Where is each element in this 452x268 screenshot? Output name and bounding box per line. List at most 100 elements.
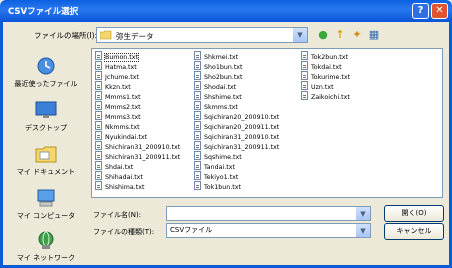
- view-menu-icon[interactable]: ▦: [367, 28, 381, 42]
- text-file-icon: [194, 111, 201, 120]
- file-item[interactable]: Mmms3.txt: [95, 111, 141, 121]
- file-item[interactable]: Sqichiran20_200910.txt: [194, 111, 279, 121]
- title-bar: CSVファイル選択 ? ✕: [0, 0, 452, 22]
- file-item[interactable]: Tok2bun.txt: [301, 51, 348, 61]
- chevron-down-icon[interactable]: ▼: [355, 207, 370, 220]
- place-label: マイ コンピュータ: [16, 212, 76, 220]
- close-button[interactable]: ✕: [431, 3, 448, 19]
- text-file-icon: [194, 131, 201, 140]
- file-item[interactable]: Jchume.txt: [95, 71, 139, 81]
- file-item[interactable]: Nyukindai.txt: [95, 131, 147, 141]
- file-name-label: ファイル名(N):: [93, 211, 142, 219]
- file-item[interactable]: Tokurime.txt: [301, 71, 350, 81]
- file-item[interactable]: Sqshime.txt: [194, 151, 242, 161]
- file-item[interactable]: Sqichiran31_200911.txt: [194, 141, 279, 151]
- place-label: デスクトップ: [25, 124, 67, 132]
- text-file-icon: [194, 151, 201, 160]
- folder-icon: [100, 30, 112, 40]
- file-item[interactable]: Mmms1.txt: [95, 91, 141, 101]
- file-type-label: ファイルの種類(T):: [93, 228, 155, 236]
- text-file-icon: [95, 131, 102, 140]
- file-item[interactable]: Zaikoichi.txt: [301, 91, 350, 101]
- file-item[interactable]: Sho2bun.txt: [194, 71, 243, 81]
- text-file-icon: [95, 101, 102, 110]
- cancel-button[interactable]: キャンセル: [384, 223, 444, 240]
- file-item[interactable]: Shichiran31_200911.txt: [95, 151, 180, 161]
- file-item[interactable]: Tekiyo1.txt: [194, 171, 238, 181]
- place-desktop[interactable]: デスクトップ: [6, 100, 86, 133]
- file-item[interactable]: Shshime.txt: [194, 91, 242, 101]
- text-file-icon: [95, 141, 102, 150]
- new-folder-icon[interactable]: ✦: [350, 28, 364, 42]
- desktop-icon: [35, 101, 57, 118]
- file-item[interactable]: Shodai.txt: [194, 81, 236, 91]
- text-file-icon: [95, 171, 102, 180]
- text-file-icon: [95, 51, 102, 60]
- place-recent[interactable]: 最近使ったファイル: [6, 56, 86, 89]
- file-item[interactable]: Hatma.txt: [95, 61, 137, 71]
- file-item[interactable]: Kkzn.txt: [95, 81, 131, 91]
- text-file-icon: [194, 81, 201, 90]
- file-item[interactable]: Tokdai.txt: [301, 61, 342, 71]
- file-type-select[interactable]: CSVファイル ▼: [166, 223, 371, 238]
- place-my-network[interactable]: マイ ネットワーク: [6, 230, 86, 263]
- file-name-input[interactable]: ▼: [166, 206, 371, 221]
- look-in-dropdown[interactable]: 弥生データ ▼: [96, 27, 308, 43]
- file-item[interactable]: Shichiran31_200910.txt: [95, 141, 180, 151]
- file-item[interactable]: Shdai.txt: [95, 161, 133, 171]
- help-button[interactable]: ?: [412, 3, 429, 19]
- up-folder-icon[interactable]: ↑: [333, 28, 347, 42]
- file-item[interactable]: Skmms.txt: [194, 101, 238, 111]
- file-type-value: CSVファイル: [170, 226, 213, 234]
- text-file-icon: [95, 81, 102, 90]
- place-label: 最近使ったファイル: [14, 80, 78, 88]
- text-file-icon: [194, 61, 201, 70]
- file-item[interactable]: Mmms2.txt: [95, 101, 141, 111]
- my-network-icon: [38, 231, 54, 249]
- text-file-icon: [194, 121, 201, 130]
- text-file-icon: [301, 81, 308, 90]
- file-item[interactable]: Shishima.txt: [95, 181, 144, 191]
- back-icon[interactable]: ●: [316, 28, 330, 42]
- text-file-icon: [194, 101, 201, 110]
- file-item[interactable]: Sho1bun.txt: [194, 61, 243, 71]
- window-title: CSVファイル選択: [8, 7, 79, 17]
- my-computer-icon: [37, 189, 55, 207]
- place-label: マイ ネットワーク: [16, 254, 76, 262]
- chevron-down-icon[interactable]: ▼: [355, 224, 370, 237]
- text-file-icon: [95, 111, 102, 120]
- file-item[interactable]: Shihadai.txt: [95, 171, 143, 181]
- text-file-icon: [194, 141, 201, 150]
- chevron-down-icon[interactable]: ▼: [292, 28, 307, 42]
- places-bar: 最近使ったファイル デスクトップ マイ ドキュメント マイ コンピュータ マイ …: [6, 50, 86, 262]
- text-file-icon: [95, 71, 102, 80]
- file-item[interactable]: Shkmei.txt: [194, 51, 238, 61]
- text-file-icon: [194, 91, 201, 100]
- file-item[interactable]: Tandai.txt: [194, 161, 235, 171]
- place-my-documents[interactable]: マイ ドキュメント: [6, 144, 86, 177]
- look-in-value: 弥生データ: [116, 32, 154, 41]
- text-file-icon: [95, 181, 102, 190]
- my-documents-icon: [35, 146, 57, 163]
- text-file-icon: [194, 171, 201, 180]
- file-item[interactable]: Sqichiran31_200910.txt: [194, 131, 279, 141]
- recent-documents-icon: [37, 57, 55, 75]
- file-item[interactable]: Bumon.txt: [95, 51, 139, 62]
- text-file-icon: [301, 51, 308, 60]
- file-item[interactable]: Sqichiran20_200911.txt: [194, 121, 279, 131]
- text-file-icon: [301, 91, 308, 100]
- text-file-icon: [194, 161, 201, 170]
- file-list[interactable]: Bumon.txt Hatma.txt Jchume.txt Kkzn.txt …: [91, 48, 443, 198]
- text-file-icon: [194, 181, 201, 190]
- file-item[interactable]: Tok1bun.txt: [194, 181, 241, 191]
- text-file-icon: [194, 71, 201, 80]
- file-item[interactable]: Nkmms.txt: [95, 121, 140, 131]
- place-label: マイ ドキュメント: [16, 168, 76, 176]
- file-item[interactable]: Uzn.txt: [301, 81, 334, 91]
- place-my-computer[interactable]: マイ コンピュータ: [6, 188, 86, 221]
- text-file-icon: [95, 121, 102, 130]
- text-file-icon: [95, 161, 102, 170]
- text-file-icon: [95, 151, 102, 160]
- open-button[interactable]: 開く(O): [384, 205, 444, 222]
- text-file-icon: [301, 71, 308, 80]
